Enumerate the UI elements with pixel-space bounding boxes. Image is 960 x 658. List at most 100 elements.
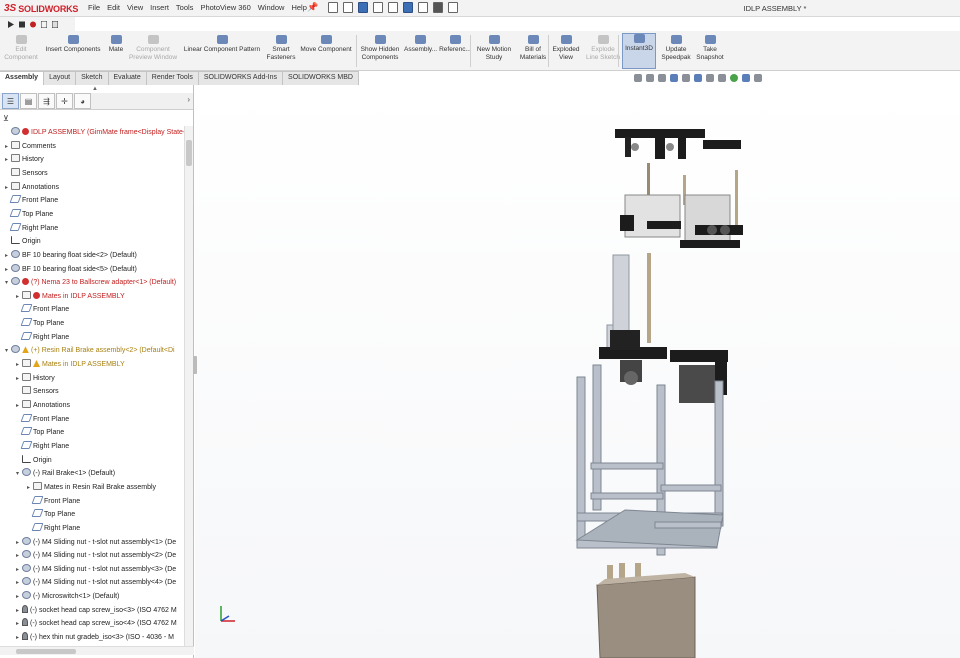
- expand-caret-icon[interactable]: ▸: [3, 250, 10, 263]
- tree-item[interactable]: ▸ BF 10 bearing float side<2> (Default): [0, 249, 184, 262]
- rebuild-icon[interactable]: [418, 2, 428, 13]
- resin-vat[interactable]: [596, 563, 696, 658]
- scroll-thumb-horizontal[interactable]: [16, 649, 76, 654]
- tree-item[interactable]: ▸ Comments: [0, 140, 184, 153]
- section-view-icon[interactable]: [670, 74, 678, 82]
- tree-item[interactable]: Top Plane: [0, 317, 184, 330]
- tree-item[interactable]: Origin: [0, 454, 184, 467]
- tree-item[interactable]: Front Plane: [0, 495, 184, 508]
- tree-item[interactable]: Front Plane: [0, 413, 184, 426]
- expand-caret-icon[interactable]: ▸: [14, 618, 21, 631]
- menu-item-view[interactable]: View: [127, 3, 143, 12]
- command-component-preview-window-button[interactable]: Component Preview Window: [128, 35, 178, 62]
- command-referenc-button[interactable]: Referenc...: [438, 35, 472, 54]
- command-move-component-button[interactable]: Move Component: [298, 35, 354, 54]
- tab-render-tools[interactable]: Render Tools: [146, 71, 199, 85]
- print-icon[interactable]: [373, 2, 383, 13]
- tab-evaluate[interactable]: Evaluate: [108, 71, 147, 85]
- z-axis-carriage[interactable]: [620, 194, 743, 248]
- tree-item[interactable]: Right Plane: [0, 522, 184, 535]
- tree-item[interactable]: IDLP ASSEMBLY (GimMate frame<Display Sta…: [0, 126, 184, 139]
- macro-edit-icon[interactable]: [41, 20, 47, 28]
- tab-solidworks-mbd[interactable]: SOLIDWORKS MBD: [283, 71, 359, 85]
- play-icon[interactable]: [8, 20, 14, 28]
- tree-item[interactable]: ▾ (?) Nema 23 to Ballscrew adapter<1> (De…: [0, 276, 184, 289]
- command-exploded-view-button[interactable]: Exploded View: [552, 35, 580, 62]
- command-assembly-button[interactable]: Assembly...: [404, 35, 437, 54]
- tree-item[interactable]: ▾ (-) Rail Brake<1> (Default): [0, 467, 184, 480]
- new-document-icon[interactable]: [328, 2, 338, 13]
- tree-item[interactable]: ▸ Mates in Resin Rail Brake assembly: [0, 481, 184, 494]
- tree-item[interactable]: ▸ Annotations: [0, 181, 184, 194]
- feature-manager-tree-icon[interactable]: ☰: [2, 93, 19, 109]
- display-manager-icon[interactable]: ◕: [74, 93, 91, 109]
- pin-icon[interactable]: 📌: [307, 2, 318, 13]
- collapse-caret-icon[interactable]: ▾: [3, 277, 10, 290]
- expand-caret-icon[interactable]: ▸: [14, 577, 21, 590]
- tree-horizontal-scrollbar[interactable]: [0, 646, 194, 655]
- tree-item[interactable]: ▸ (-) M4 Sliding nut - t-slot nut assembl…: [0, 549, 184, 562]
- expand-caret-icon[interactable]: ▸: [14, 605, 21, 618]
- expand-caret-icon[interactable]: ▸: [14, 550, 21, 563]
- tree-item[interactable]: Top Plane: [0, 426, 184, 439]
- tree-item[interactable]: ▸ (-) M4 Sliding nut - t-slot nut assembl…: [0, 563, 184, 576]
- tree-item[interactable]: ▸ History: [0, 153, 184, 166]
- view-settings-icon[interactable]: [754, 74, 762, 82]
- expand-caret-icon[interactable]: ▸: [14, 373, 21, 386]
- previous-view-icon[interactable]: [658, 74, 666, 82]
- expand-caret-icon[interactable]: ▸: [14, 564, 21, 577]
- tab-assembly[interactable]: Assembly: [0, 71, 45, 85]
- tree-item[interactable]: ▸ (-) Microswitch<1> (Default): [0, 590, 184, 603]
- command-update-speedpak-button[interactable]: Update Speedpak: [660, 35, 692, 62]
- menu-item-help[interactable]: Help: [291, 3, 306, 12]
- command-show-hidden-components-button[interactable]: Show Hidden Components: [358, 35, 402, 62]
- tree-item[interactable]: ▸ (-) M4 Sliding nut - t-slot nut assembl…: [0, 576, 184, 589]
- tree-item[interactable]: ▸ (-) socket head cap screw_iso<3> (ISO 4…: [0, 604, 184, 617]
- macro-new-icon[interactable]: [52, 20, 58, 28]
- menu-item-window[interactable]: Window: [258, 3, 285, 12]
- menu-item-photoview-360[interactable]: PhotoView 360: [200, 3, 250, 12]
- tree-item[interactable]: Front Plane: [0, 303, 184, 316]
- dynamic-annotation-icon[interactable]: [682, 74, 690, 82]
- open-icon[interactable]: [343, 2, 353, 13]
- tree-item[interactable]: ▸ Mates in IDLP ASSEMBLY: [0, 290, 184, 303]
- collapse-panel-icon[interactable]: ▲: [92, 86, 98, 92]
- options-icon[interactable]: [448, 2, 458, 13]
- tree-item[interactable]: Top Plane: [0, 208, 184, 221]
- command-new-motion-study-button[interactable]: New Motion Study: [474, 35, 514, 62]
- tree-item[interactable]: ▸ (-) hex thin nut gradeb_iso<3> (ISO - 4…: [0, 631, 184, 644]
- menu-item-file[interactable]: File: [88, 3, 100, 12]
- command-linear-component-pattern-button[interactable]: Linear Component Pattern: [180, 35, 264, 54]
- file-properties-icon[interactable]: [433, 2, 443, 13]
- select-icon[interactable]: [403, 2, 413, 13]
- zoom-to-fit-icon[interactable]: [634, 74, 642, 82]
- tree-item[interactable]: ▸ Annotations: [0, 399, 184, 412]
- expand-caret-icon[interactable]: ▸: [14, 591, 21, 604]
- tree-item[interactable]: Front Plane: [0, 194, 184, 207]
- tree-item[interactable]: Top Plane: [0, 508, 184, 521]
- tree-vertical-scrollbar[interactable]: [184, 126, 193, 646]
- tree-item[interactable]: ▾ (+) Resin Rail Brake assembly<2> (Defau…: [0, 344, 184, 357]
- display-style-icon[interactable]: [706, 74, 714, 82]
- graphics-area[interactable]: [195, 85, 960, 658]
- collapse-caret-icon[interactable]: ▾: [3, 345, 10, 358]
- edit-appearance-icon[interactable]: [730, 74, 738, 82]
- menu-item-edit[interactable]: Edit: [107, 3, 120, 12]
- expand-caret-icon[interactable]: ▸: [3, 141, 10, 154]
- tab-layout[interactable]: Layout: [44, 71, 77, 85]
- tree-item[interactable]: ▸ Mates in IDLP ASSEMBLY: [0, 358, 184, 371]
- menu-item-tools[interactable]: Tools: [176, 3, 194, 12]
- tree-item[interactable]: Sensors: [0, 167, 184, 180]
- undo-icon[interactable]: [388, 2, 398, 13]
- chevron-right-icon[interactable]: ›: [187, 95, 190, 104]
- tree-item[interactable]: Right Plane: [0, 222, 184, 235]
- view-orientation-icon[interactable]: [694, 74, 702, 82]
- stop-icon[interactable]: [19, 21, 25, 28]
- panel-splitter-handle[interactable]: [193, 356, 197, 374]
- expand-caret-icon[interactable]: ▸: [14, 400, 21, 413]
- zoom-area-icon[interactable]: [646, 74, 654, 82]
- command-bill-of-materials-button[interactable]: Bill of Materials: [518, 35, 548, 62]
- scroll-thumb[interactable]: [186, 140, 192, 166]
- tree-item[interactable]: ▸ History: [0, 372, 184, 385]
- filter-icon[interactable]: ⊻: [3, 114, 9, 123]
